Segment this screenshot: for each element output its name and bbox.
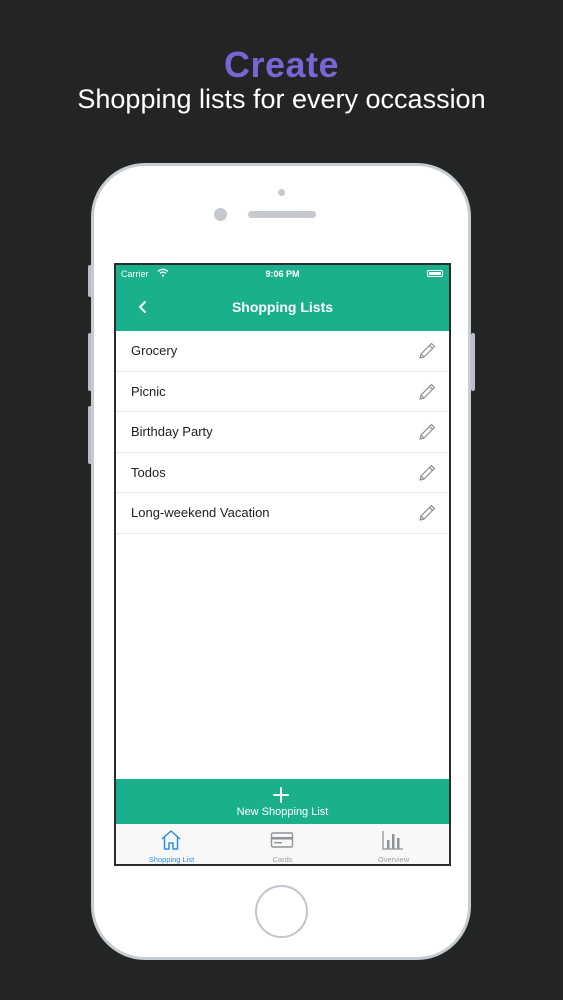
list-item-birthday-party[interactable]: Birthday Party xyxy=(116,412,449,453)
battery-icon xyxy=(427,270,443,277)
tab-bar: Shopping List Cards Overview xyxy=(116,824,449,864)
list-item-label: Birthday Party xyxy=(131,424,213,439)
proximity-sensor xyxy=(278,189,285,196)
front-camera xyxy=(214,208,227,221)
home-button[interactable] xyxy=(255,885,308,938)
card-icon xyxy=(270,832,294,848)
pencil-icon[interactable] xyxy=(416,502,438,524)
tab-overview[interactable]: Overview xyxy=(338,824,449,864)
pencil-icon[interactable] xyxy=(416,381,438,403)
earpiece-speaker xyxy=(248,211,316,218)
shopping-lists: Grocery Picnic Birthday Party Todos Long… xyxy=(116,331,449,534)
tab-shopping-list[interactable]: Shopping List xyxy=(116,824,227,864)
power-button xyxy=(471,333,475,391)
promo-subline: Shopping lists for every occassion xyxy=(77,84,486,114)
page-title: Shopping Lists xyxy=(231,299,334,315)
promo-headline: Create xyxy=(223,44,340,85)
home-icon xyxy=(161,830,181,850)
tab-label: Shopping List xyxy=(148,855,195,864)
list-item-long-weekend-vacation[interactable]: Long-weekend Vacation xyxy=(116,493,449,534)
pencil-icon[interactable] xyxy=(416,340,438,362)
list-item-grocery[interactable]: Grocery xyxy=(116,331,449,372)
navigation-bar: Carrier 9:06 PM Shopping Lists xyxy=(116,265,449,331)
pencil-icon[interactable] xyxy=(416,462,438,484)
list-item-label: Todos xyxy=(131,464,166,480)
new-shopping-list-button[interactable]: New Shopping List xyxy=(116,779,449,824)
status-time: 9:06 PM xyxy=(265,269,300,279)
bar-chart-icon xyxy=(382,831,403,850)
tab-label: Overview xyxy=(377,855,410,864)
tab-label: Cards xyxy=(272,855,293,864)
list-item-label: Long-weekend Vacation xyxy=(131,505,270,520)
list-item-label: Grocery xyxy=(131,343,178,358)
list-item-label: Picnic xyxy=(131,383,166,399)
tab-cards[interactable]: Cards xyxy=(227,824,338,864)
list-item-picnic[interactable]: Picnic xyxy=(116,372,449,412)
new-shopping-list-label: New Shopping List xyxy=(236,806,329,818)
plus-icon xyxy=(273,787,289,803)
app-screen: Carrier 9:06 PM Shopping Lists Grocery P… xyxy=(114,263,451,866)
pencil-icon[interactable] xyxy=(416,421,438,443)
list-item-todos[interactable]: Todos xyxy=(116,453,449,493)
